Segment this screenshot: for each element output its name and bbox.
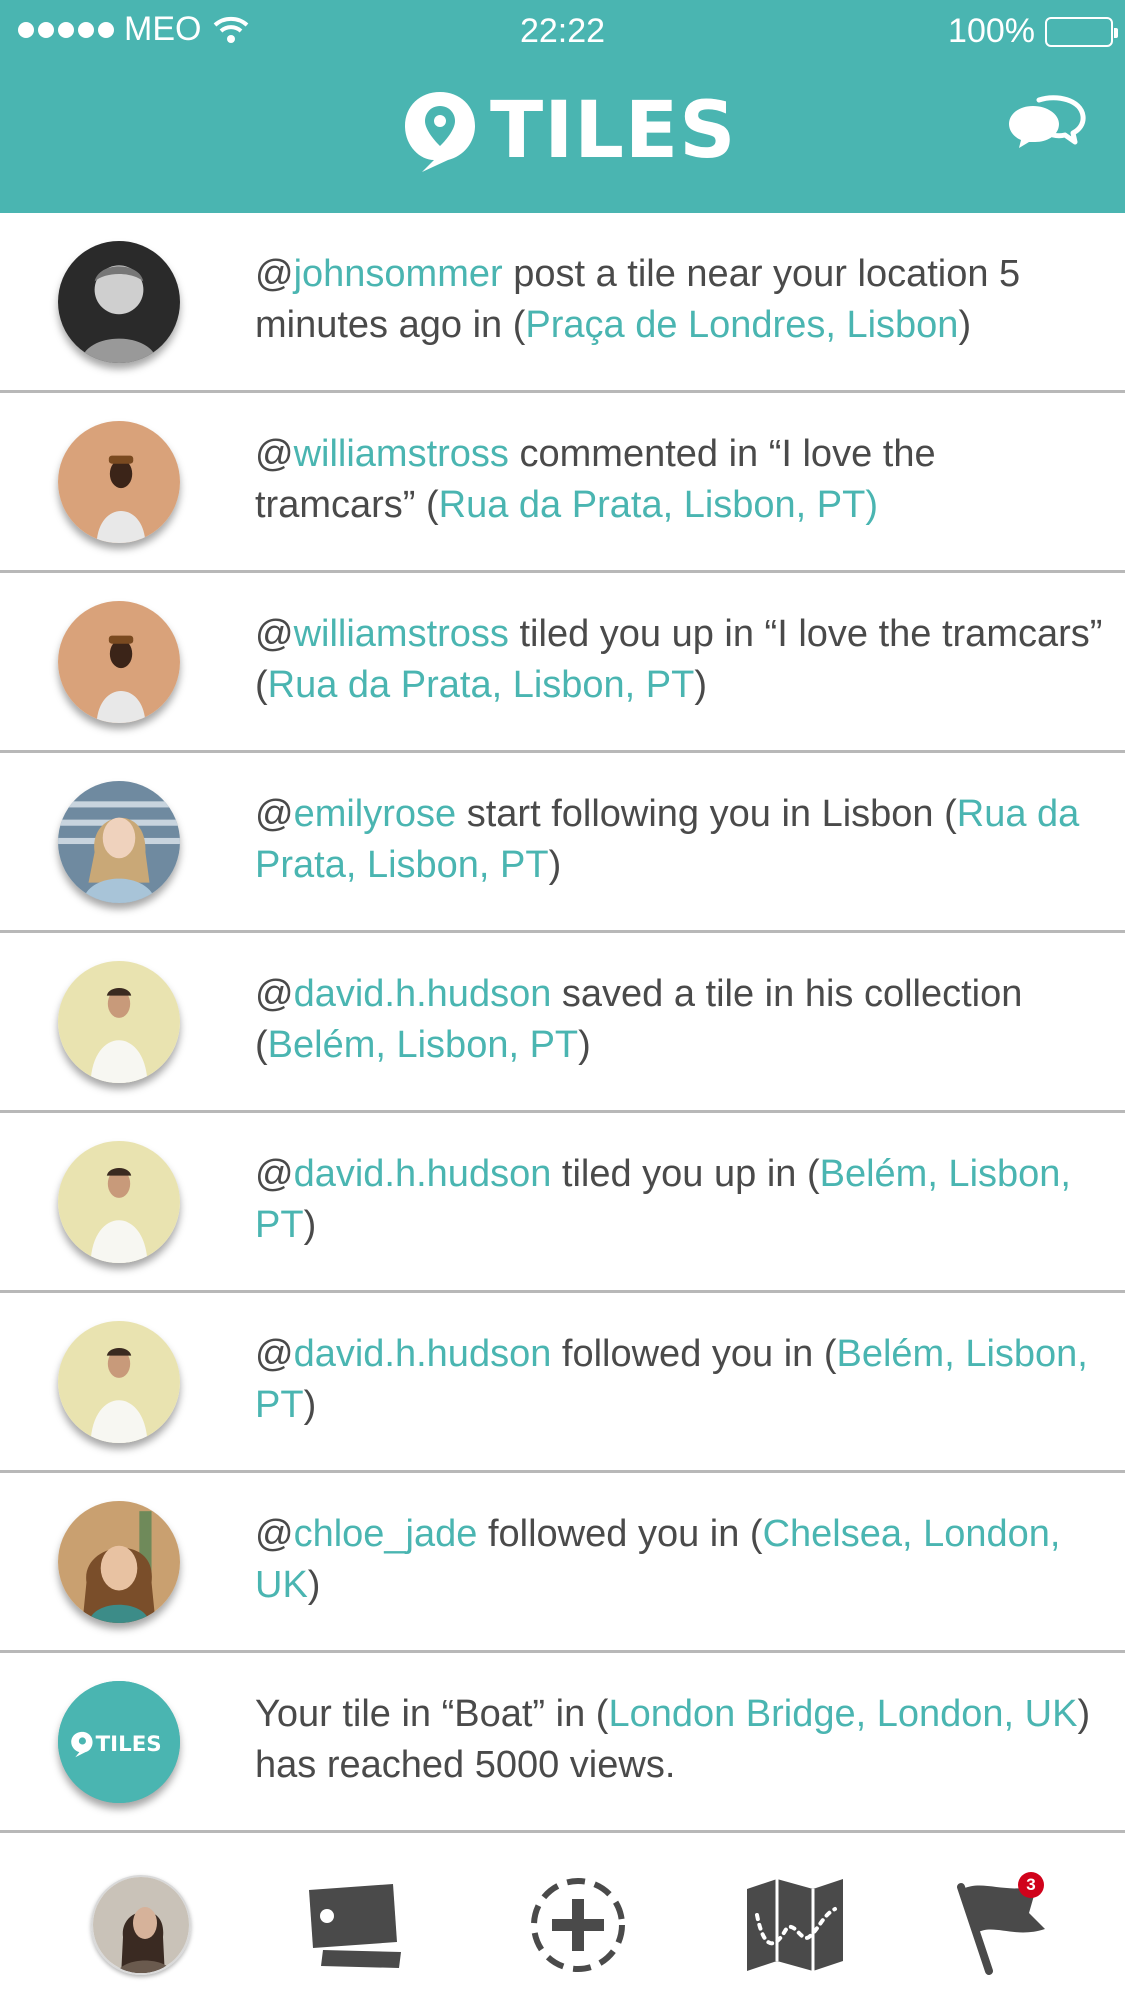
avatar[interactable] <box>58 1141 180 1263</box>
notification-item[interactable]: TILES Your tile in “Boat” in (London Bri… <box>0 1653 1125 1833</box>
notification-link[interactable]: williamstross <box>294 433 509 475</box>
notification-fragment: ) <box>303 1384 317 1426</box>
tiles-avatar-label: TILES <box>96 1732 162 1757</box>
notification-fragment: @ <box>255 253 294 295</box>
notification-item[interactable]: @david.h.hudson saved a tile in his coll… <box>0 933 1125 1113</box>
notification-text: @emilyrose start following you in Lisbon… <box>255 789 1105 891</box>
notification-link[interactable]: johnsommer <box>294 253 503 295</box>
tab-profile[interactable] <box>86 1870 196 1980</box>
notification-item[interactable]: @chloe_jade followed you in (Chelsea, Lo… <box>0 1473 1125 1653</box>
tab-map[interactable] <box>740 1870 850 1980</box>
map-route-icon <box>747 1879 843 1971</box>
notification-text: Your tile in “Boat” in (London Bridge, L… <box>255 1689 1105 1791</box>
notification-item[interactable]: @williamstross commented in “I love the … <box>0 393 1125 573</box>
notification-item[interactable]: @williamstross tiled you up in “I love t… <box>0 573 1125 753</box>
notification-fragment: ) <box>548 844 562 886</box>
notification-link[interactable]: Rua da Prata, Lisbon, PT <box>268 664 695 706</box>
notification-text: @williamstross commented in “I love the … <box>255 429 1105 531</box>
status-bar: MEO 22:22 100% <box>0 0 1125 64</box>
profile-avatar <box>91 1875 191 1975</box>
add-circle-icon <box>531 1878 625 1972</box>
notification-link[interactable]: david.h.hudson <box>294 1153 552 1195</box>
notification-text: @david.h.hudson tiled you up in (Belém, … <box>255 1149 1105 1251</box>
avatar[interactable] <box>58 241 180 363</box>
avatar[interactable] <box>58 781 180 903</box>
messages-button[interactable] <box>989 92 1089 172</box>
notification-count-badge: 3 <box>1018 1872 1044 1898</box>
tab-tiles[interactable] <box>298 1870 408 1980</box>
notification-link[interactable]: emilyrose <box>294 793 457 835</box>
battery-status: 100% <box>948 12 1118 51</box>
notification-text: @williamstross tiled you up in “I love t… <box>255 609 1105 711</box>
avatar[interactable] <box>58 1501 180 1623</box>
notification-item[interactable]: @david.h.hudson tiled you up in (Belém, … <box>0 1113 1125 1293</box>
notification-fragment: ) <box>307 1564 321 1606</box>
notification-fragment: Your tile in “Boat” in ( <box>255 1693 609 1735</box>
avatar[interactable] <box>58 961 180 1083</box>
notification-link[interactable]: williamstross <box>294 613 509 655</box>
notification-link[interactable]: david.h.hudson <box>294 973 552 1015</box>
notification-fragment: @ <box>255 1153 294 1195</box>
notification-fragment: @ <box>255 973 294 1015</box>
notification-feed: @johnsommer post a tile near your locati… <box>0 213 1125 1833</box>
tab-notifications[interactable]: 3 <box>948 1870 1058 1980</box>
notification-link[interactable]: Praça de Londres, Lisbon <box>525 304 958 346</box>
notification-item[interactable]: @johnsommer post a tile near your locati… <box>0 213 1125 393</box>
notification-item[interactable]: @emilyrose start following you in Lisbon… <box>0 753 1125 933</box>
battery-icon <box>1045 16 1118 47</box>
tiles-app-avatar[interactable]: TILES <box>58 1681 180 1803</box>
notification-fragment: @ <box>255 613 294 655</box>
notification-fragment: followed you in ( <box>551 1333 837 1375</box>
bottom-tab-bar: 3 <box>0 1834 1125 2001</box>
battery-percent: 100% <box>948 12 1035 50</box>
app-header: MEO 22:22 100% TILES <box>0 0 1125 213</box>
notification-fragment: @ <box>255 1513 294 1555</box>
tab-add-tile[interactable] <box>523 1870 633 1980</box>
notification-fragment: tiled you up in ( <box>551 1153 820 1195</box>
avatar[interactable] <box>58 1321 180 1443</box>
notification-fragment: ) <box>578 1024 591 1066</box>
tile-cards-icon <box>309 1884 401 1968</box>
notification-fragment: @ <box>255 793 294 835</box>
notification-fragment: ) <box>303 1204 317 1246</box>
avatar[interactable] <box>58 601 180 723</box>
notification-fragment: start following you in Lisbon ( <box>456 793 957 835</box>
notification-link[interactable]: chloe_jade <box>294 1513 478 1555</box>
notification-fragment: ) <box>958 304 972 346</box>
notification-fragment: followed you in ( <box>477 1513 763 1555</box>
app-logo: TILES <box>400 86 736 176</box>
notification-link[interactable]: London Bridge, London, UK <box>608 1693 1077 1735</box>
location-pin-bubble-icon <box>405 92 475 172</box>
notification-link[interactable]: Belém, Lisbon, PT <box>268 1024 578 1066</box>
notification-fragment: @ <box>255 1333 294 1375</box>
avatar[interactable] <box>58 421 180 543</box>
notification-text: @johnsommer post a tile near your locati… <box>255 249 1105 351</box>
notification-fragment: ) <box>694 664 707 706</box>
chat-bubbles-icon <box>1009 95 1086 148</box>
notification-link[interactable]: david.h.hudson <box>294 1333 552 1375</box>
notification-link[interactable]: Rua da Prata, Lisbon, PT) <box>439 484 878 526</box>
notification-fragment: @ <box>255 433 294 475</box>
notification-item[interactable]: @david.h.hudson followed you in (Belém, … <box>0 1293 1125 1473</box>
notification-text: @chloe_jade followed you in (Chelsea, Lo… <box>255 1509 1105 1611</box>
notification-text: @david.h.hudson saved a tile in his coll… <box>255 969 1105 1071</box>
notification-text: @david.h.hudson followed you in (Belém, … <box>255 1329 1105 1431</box>
app-title: TILES <box>490 86 737 176</box>
